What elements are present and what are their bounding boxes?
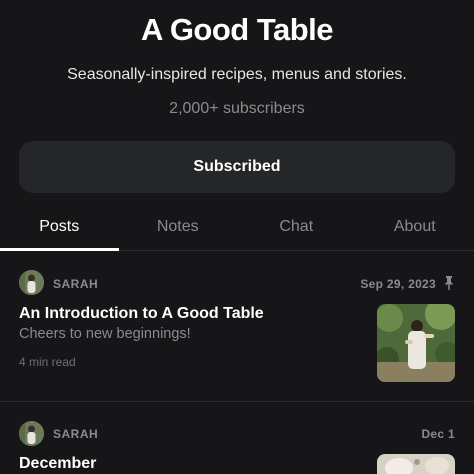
publication-description: Seasonally-inspired recipes, menus and s… (67, 66, 407, 83)
post-thumbnail[interactable] (377, 454, 455, 474)
post-subtitle: Cheers to new beginnings! (19, 326, 191, 342)
publication-title: A Good Table (140, 12, 334, 47)
author-name[interactable]: SARAH (53, 277, 98, 291)
post-date: Sep 29, 2023 (360, 277, 436, 291)
post-item[interactable]: SARAH Dec 1 December (0, 403, 474, 474)
author-avatar[interactable] (19, 270, 44, 295)
tab-notes[interactable]: Notes (119, 203, 238, 250)
post-title[interactable]: An Introduction to A Good Table (19, 305, 264, 323)
pin-icon (444, 276, 454, 290)
post-item[interactable]: SARAH Sep 29, 2023 An Introduction to A … (0, 252, 474, 402)
post-thumbnail[interactable] (377, 304, 455, 382)
author-name[interactable]: SARAH (53, 427, 98, 441)
tab-about[interactable]: About (356, 203, 474, 250)
post-date: Dec 1 (421, 427, 455, 441)
post-title[interactable]: December (19, 455, 96, 473)
subscriber-count: 2,000+ subscribers (169, 100, 305, 117)
tab-bar: Posts Notes Chat About (0, 203, 474, 251)
tab-posts[interactable]: Posts (0, 203, 119, 251)
subscribed-button[interactable]: Subscribed (19, 141, 455, 193)
tab-chat[interactable]: Chat (237, 203, 356, 250)
author-avatar[interactable] (19, 421, 44, 446)
read-time: 4 min read (19, 355, 76, 369)
